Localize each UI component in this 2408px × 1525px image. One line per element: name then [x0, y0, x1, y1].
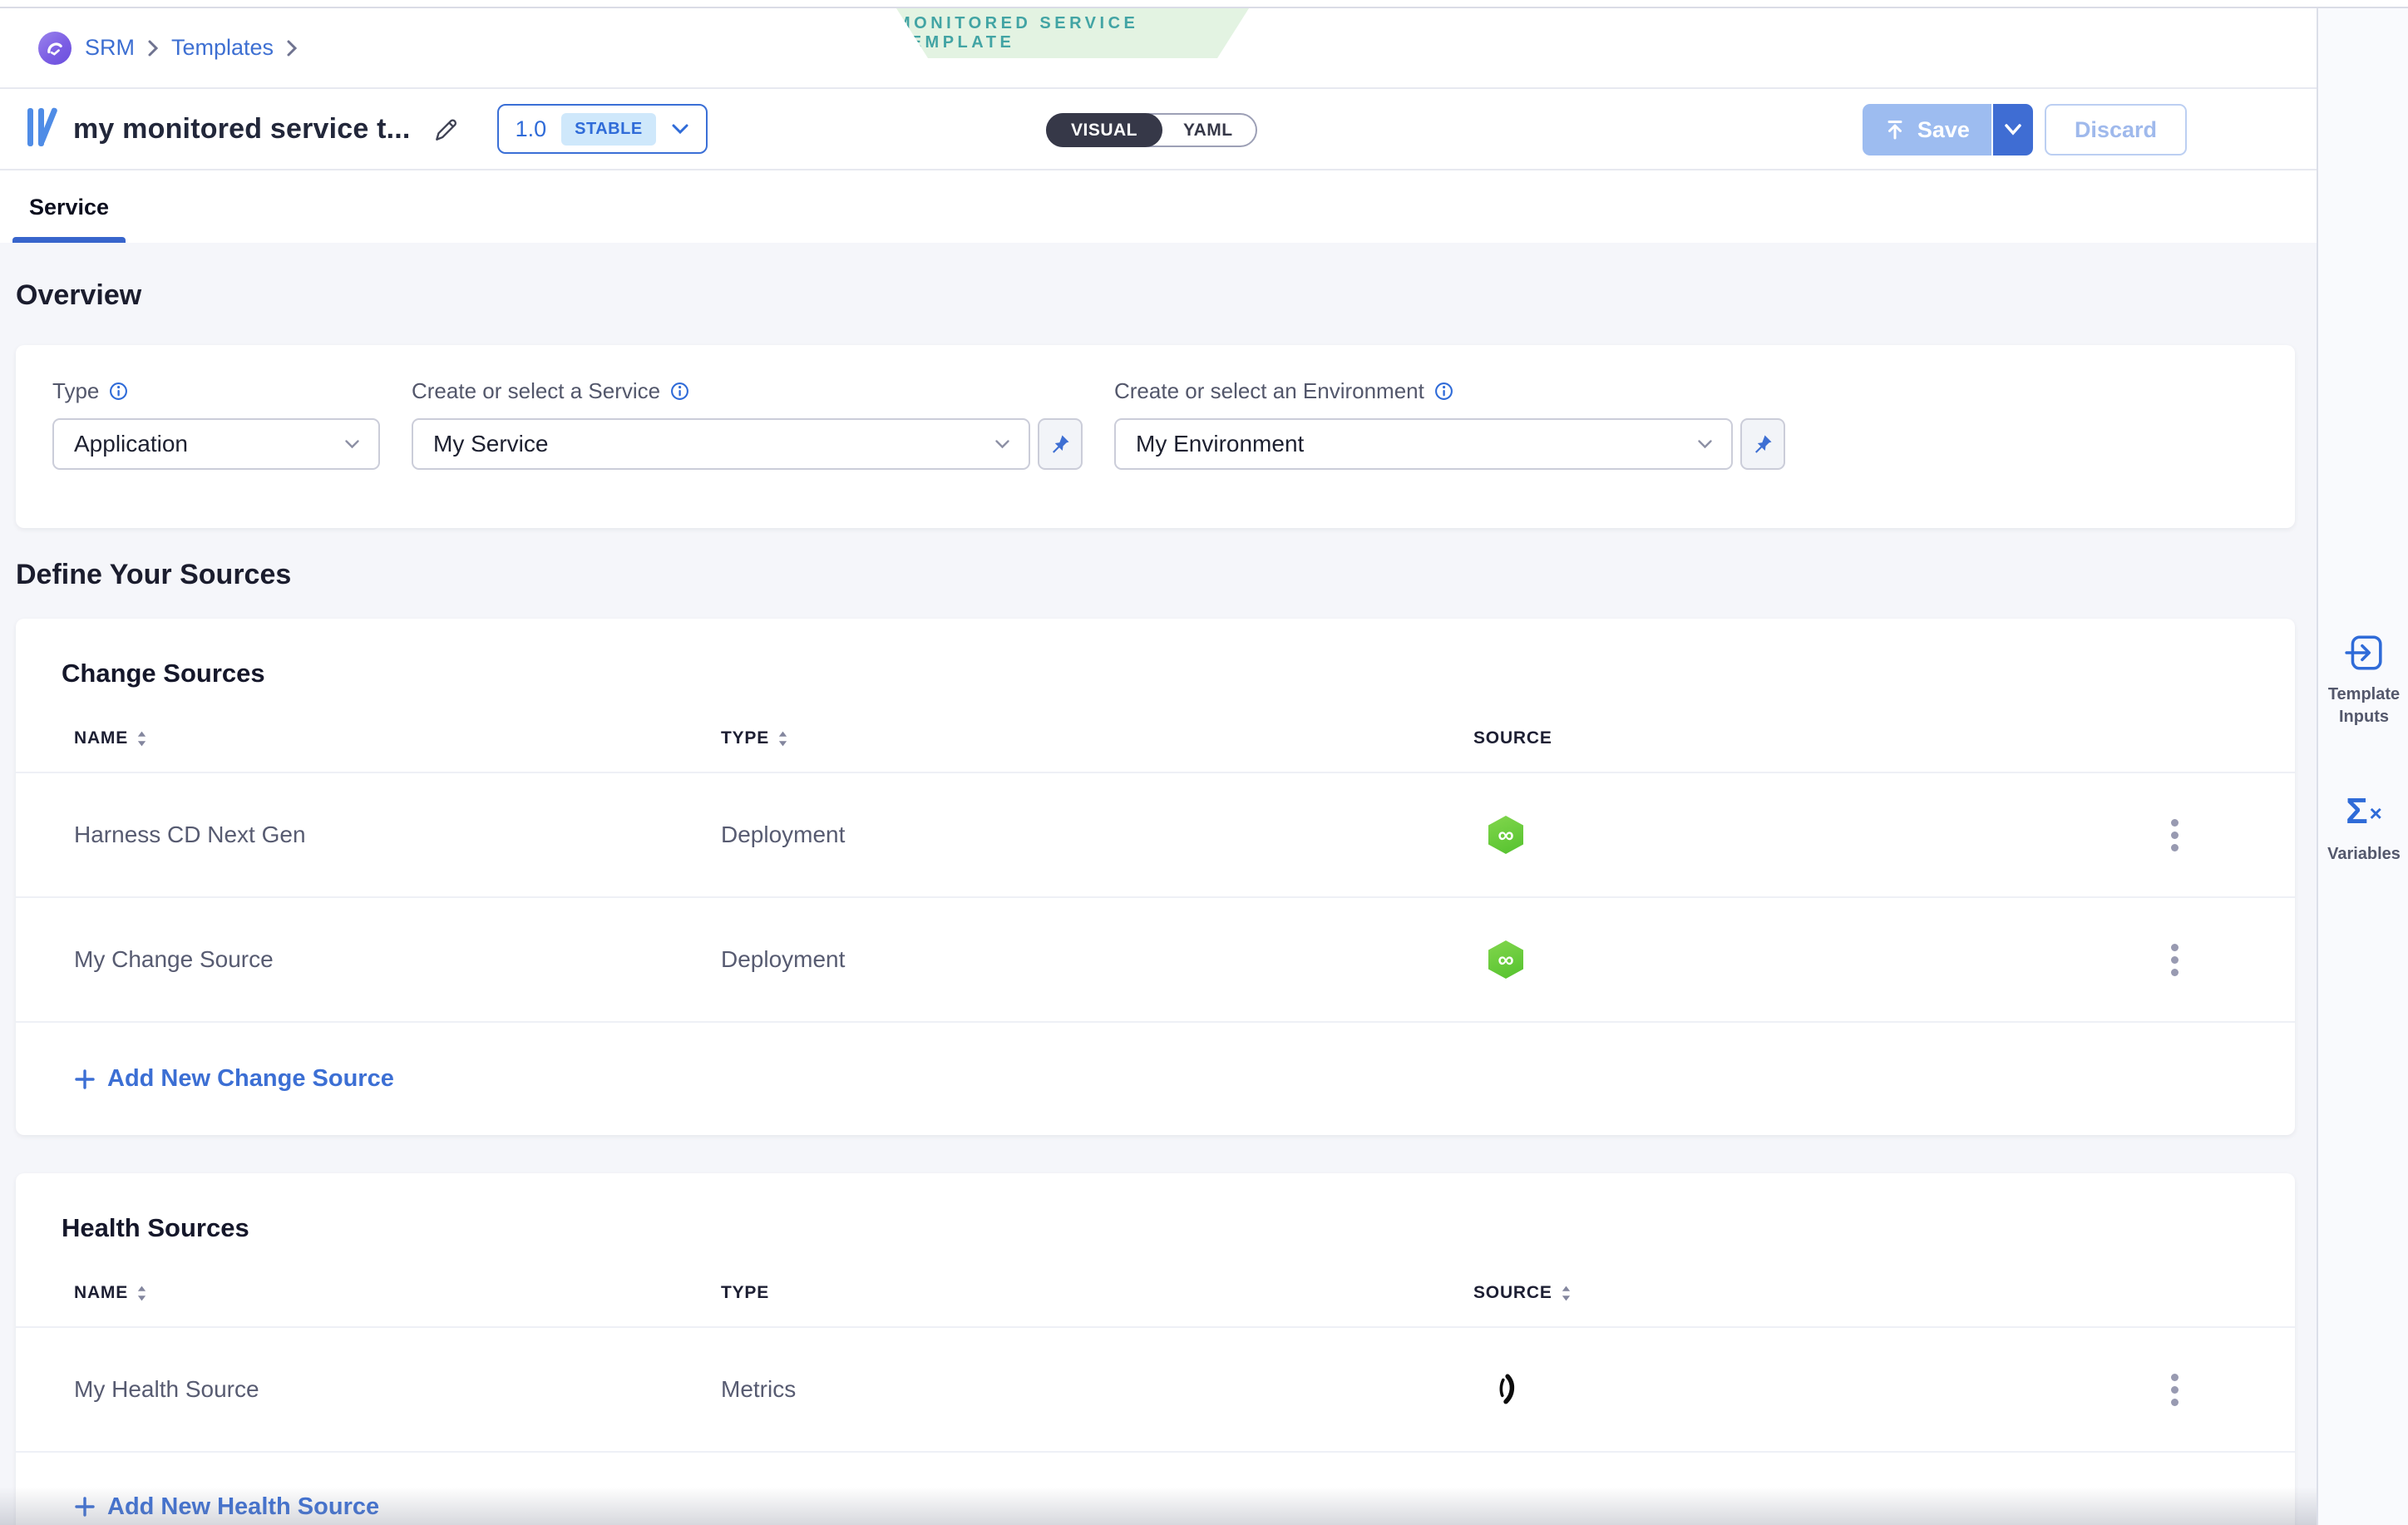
info-icon[interactable] [109, 382, 128, 401]
active-tab-underline [12, 237, 126, 243]
chevron-down-icon [2003, 123, 2023, 136]
app-window: SRM Templates MONITORED SERVICE TEMPLATE… [0, 0, 2408, 1525]
title-actions: Save Discard [1863, 104, 2187, 155]
health-sources-header-row: NAME TYPE SOURCE [16, 1283, 2295, 1326]
health-source-row[interactable]: My Health Source Metrics [16, 1326, 2295, 1451]
plus-icon [74, 1068, 96, 1090]
overview-heading: Overview [16, 243, 2317, 312]
template-inputs-label: Template Inputs [2318, 684, 2408, 728]
tab-service[interactable]: Service [12, 172, 126, 243]
service-select[interactable]: My Service [412, 418, 1030, 470]
appdynamics-icon [1488, 1372, 1523, 1407]
version-number: 1.0 [516, 116, 547, 142]
change-source-row[interactable]: Harness CD Next Gen Deployment ∞ [16, 772, 2295, 896]
visual-yaml-toggle: VISUAL YAML [1046, 113, 1257, 147]
pushpin-icon [1049, 433, 1071, 455]
change-source-type: Deployment [721, 946, 1473, 973]
chevron-down-icon [1697, 439, 1713, 449]
change-source-name: My Change Source [74, 946, 721, 973]
change-sources-card: Change Sources NAME TYPE SOURCE Harness … [16, 619, 2295, 1135]
harness-cd-icon: ∞ [1488, 940, 1523, 979]
save-button-label: Save [1917, 117, 1970, 143]
harness-logo-icon [38, 32, 72, 65]
sort-icon [136, 730, 147, 748]
info-icon[interactable] [670, 382, 689, 401]
chevron-right-icon [146, 38, 160, 58]
pin-environment-button[interactable] [1740, 418, 1785, 470]
service-field: Create or select a Service My Service [412, 378, 1083, 528]
change-sources-header-row: NAME TYPE SOURCE [16, 728, 2295, 772]
column-header-name[interactable]: NAME [74, 1283, 721, 1303]
column-header-name[interactable]: NAME [74, 728, 721, 748]
info-icon[interactable] [1434, 382, 1453, 401]
main-content: Overview Type Application [0, 243, 2317, 1525]
define-sources-heading: Define Your Sources [16, 559, 2317, 591]
column-header-type: TYPE [721, 1283, 1473, 1303]
change-source-name: Harness CD Next Gen [74, 822, 721, 848]
save-options-button[interactable] [1991, 104, 2033, 155]
row-options-menu[interactable] [2164, 1367, 2185, 1413]
toggle-yaml[interactable]: YAML [1161, 113, 1256, 147]
template-inputs-button[interactable]: Template Inputs [2318, 634, 2408, 728]
right-rail: Template Inputs Σ× Variables [2317, 8, 2408, 1525]
health-sources-title: Health Sources [62, 1213, 2295, 1243]
environment-field: Create or select an Environment My Envir… [1114, 378, 1785, 528]
page-title: my monitored service t... [73, 113, 411, 146]
version-status-badge: STABLE [561, 113, 656, 146]
service-field-label: Create or select a Service [412, 378, 660, 404]
edit-title-pencil-icon[interactable] [432, 115, 461, 143]
save-split-button: Save [1863, 104, 2033, 155]
column-header-source: SOURCE [1473, 728, 2158, 748]
health-sources-card: Health Sources NAME TYPE SOURCE My Healt… [16, 1173, 2295, 1525]
variables-button[interactable]: Σ× Variables [2318, 793, 2408, 866]
type-select-value: Application [74, 431, 188, 457]
chevron-down-icon [671, 123, 689, 135]
pushpin-icon [1752, 433, 1774, 455]
template-title-bar: my monitored service t... 1.0 STABLE VIS… [0, 89, 2317, 170]
toggle-visual[interactable]: VISUAL [1046, 113, 1162, 147]
column-header-type[interactable]: TYPE [721, 728, 1473, 748]
overview-card: Type Application Create o [16, 345, 2295, 528]
column-header-source[interactable]: SOURCE [1473, 1283, 2158, 1303]
service-select-value: My Service [433, 431, 548, 457]
variables-label: Variables [2327, 843, 2401, 866]
monitored-service-template-badge: MONITORED SERVICE TEMPLATE [896, 8, 1249, 58]
discard-button[interactable]: Discard [2045, 104, 2187, 155]
change-source-type: Deployment [721, 822, 1473, 848]
health-source-type: Metrics [721, 1376, 1473, 1403]
template-icon [27, 108, 58, 150]
row-options-menu[interactable] [2164, 812, 2185, 858]
change-sources-title: Change Sources [62, 659, 2295, 688]
save-button[interactable]: Save [1863, 104, 1991, 155]
environment-field-label: Create or select an Environment [1114, 378, 1424, 404]
chevron-down-icon [994, 439, 1010, 449]
variables-icon: Σ× [2346, 793, 2382, 832]
template-inputs-icon [2344, 634, 2384, 672]
version-selector[interactable]: 1.0 STABLE [497, 104, 708, 154]
breadcrumb-srm-link[interactable]: SRM [85, 35, 135, 61]
environment-select-value: My Environment [1136, 431, 1304, 457]
add-change-source-row: Add New Change Source [16, 1021, 2295, 1135]
harness-cd-icon: ∞ [1488, 816, 1523, 854]
row-options-menu[interactable] [2164, 937, 2185, 983]
sort-icon [136, 1285, 147, 1302]
sort-icon [1561, 1285, 1572, 1302]
health-source-name: My Health Source [74, 1376, 721, 1403]
chevron-down-icon [344, 439, 360, 449]
sort-icon [777, 730, 788, 748]
upload-icon [1884, 119, 1906, 141]
breadcrumb-templates-link[interactable]: Templates [171, 35, 274, 61]
pin-service-button[interactable] [1038, 418, 1083, 470]
type-field: Type Application [52, 378, 380, 528]
type-select[interactable]: Application [52, 418, 380, 470]
add-new-change-source-button[interactable]: Add New Change Source [74, 1065, 394, 1093]
environment-select[interactable]: My Environment [1114, 418, 1733, 470]
tabs-bar: Service [0, 172, 2317, 243]
change-source-row[interactable]: My Change Source Deployment ∞ [16, 896, 2295, 1021]
scroll-shadow [0, 1487, 2317, 1525]
type-field-label: Type [52, 378, 99, 404]
chevron-right-icon [285, 38, 299, 58]
